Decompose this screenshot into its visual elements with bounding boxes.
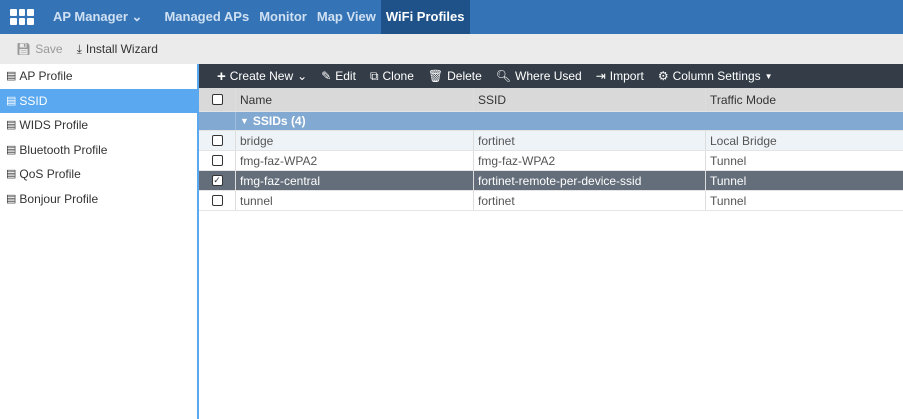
row-checkbox-checked[interactable]: ✓ xyxy=(211,175,223,186)
tab-monitor[interactable]: Monitor xyxy=(254,0,312,34)
caret-down-icon: ▼ xyxy=(764,71,773,81)
sidebar-item-label: Bonjour Profile xyxy=(19,191,99,206)
cell-traffic-mode: Tunnel xyxy=(705,191,903,210)
import-icon: ⇥ xyxy=(595,69,606,83)
column-header-ssid[interactable]: SSID xyxy=(473,88,705,111)
table-header: Name SSID Traffic Mode xyxy=(199,88,903,112)
sidebar-item-bluetooth-profile[interactable]: ▤ Bluetooth Profile xyxy=(0,138,197,163)
table-row[interactable]: fmg-faz-WPA2 fmg-faz-WPA2 Tunnel xyxy=(199,151,903,171)
column-settings-label: Column Settings xyxy=(672,69,761,83)
sidebar-item-wids-profile[interactable]: ▤ WIDS Profile xyxy=(0,113,197,138)
clone-button[interactable]: ⧉ Clone xyxy=(370,69,414,84)
sidebar: ▤ AP Profile ▤ SSID ▤ WIDS Profile ▤ Bluetoo… xyxy=(0,64,199,419)
caret-down-icon: ▼ xyxy=(240,116,249,126)
delete-button[interactable]: 🗑︎ Delete xyxy=(428,69,482,83)
list-icon: ▤ xyxy=(6,119,17,131)
row-checkbox[interactable] xyxy=(211,135,223,146)
import-button[interactable]: ⇥ Import xyxy=(596,69,644,83)
table-row[interactable]: bridge fortinet Local Bridge xyxy=(199,131,903,151)
sidebar-item-bonjour-profile[interactable]: ▤ Bonjour Profile xyxy=(0,187,197,212)
cell-traffic-mode: Tunnel xyxy=(705,151,903,170)
list-icon: ▤ xyxy=(6,168,17,180)
column-header-name[interactable]: Name xyxy=(235,88,473,111)
create-new-label: Create New xyxy=(229,69,294,83)
install-label: Install Wizard xyxy=(85,42,158,56)
cell-name: tunnel xyxy=(235,191,473,210)
clone-icon: ⧉ xyxy=(369,68,379,83)
list-icon: ▤ xyxy=(6,143,17,156)
tab-wifi-profiles[interactable]: WiFi Profiles xyxy=(380,0,470,34)
cell-ssid: fortinet xyxy=(473,131,705,150)
list-icon: ▤ xyxy=(6,192,17,205)
ap-manager-label: AP Manager xyxy=(53,9,128,24)
select-all-checkbox[interactable] xyxy=(211,94,223,105)
table-row-selected[interactable]: ✓ fmg-faz-central fortinet-remote-per-de… xyxy=(199,171,903,191)
group-label: SSIDs (4) xyxy=(252,114,306,128)
cell-ssid: fortinet xyxy=(473,191,705,210)
top-nav-bar: AP Manager ⌄ Managed APs Monitor Map Vie… xyxy=(0,0,903,34)
cell-ssid: fortinet-remote-per-device-ssid xyxy=(473,171,705,190)
fortinet-logo-icon[interactable] xyxy=(10,9,34,25)
install-wizard-button[interactable]: ⤓ Install Wizard xyxy=(77,42,158,57)
ap-manager-menu[interactable]: AP Manager ⌄ xyxy=(48,0,147,34)
import-label: Import xyxy=(609,69,644,83)
tab-map-view[interactable]: Map View xyxy=(312,0,381,34)
install-icon: ⤓ xyxy=(76,41,82,56)
main-panel: + Create New ⌄ ✎ Edit ⧉ Clone 🗑︎ Delete 🔍︎ Whe… xyxy=(199,64,903,419)
sidebar-item-ssid[interactable]: ▤ SSID xyxy=(0,88,197,113)
sidebar-item-label: Bluetooth Profile xyxy=(19,142,108,157)
clone-label: Clone xyxy=(382,69,414,83)
delete-label: Delete xyxy=(447,69,482,83)
tab-managed-aps[interactable]: Managed APs xyxy=(159,0,254,34)
sidebar-item-qos-profile[interactable]: ▤ QoS Profile xyxy=(0,162,197,187)
cell-name: fmg-faz-WPA2 xyxy=(235,151,473,170)
row-checkbox[interactable] xyxy=(211,155,223,166)
chevron-down-icon: ⌄ xyxy=(131,9,143,24)
where-used-button[interactable]: 🔍︎ Where Used xyxy=(496,69,582,83)
search-icon: 🔍︎ xyxy=(495,69,512,83)
gear-icon: ⚙ xyxy=(657,69,669,83)
where-used-label: Where Used xyxy=(515,69,582,83)
cell-traffic-mode: Tunnel xyxy=(705,171,903,190)
create-new-button[interactable]: + Create New ⌄ xyxy=(217,68,307,85)
save-button[interactable]: 💾︎ Save xyxy=(16,42,63,56)
sidebar-item-label: QoS Profile xyxy=(19,167,81,181)
chevron-down-icon: ⌄ xyxy=(297,69,308,83)
list-icon: ▤ xyxy=(6,94,17,107)
edit-button[interactable]: ✎ Edit xyxy=(321,69,356,83)
list-icon: ▤ xyxy=(6,70,17,82)
save-label: Save xyxy=(35,42,63,56)
sidebar-item-ap-profile[interactable]: ▤ AP Profile xyxy=(0,64,197,89)
sidebar-item-label: SSID xyxy=(19,93,48,108)
cell-name: bridge xyxy=(235,131,473,150)
cell-name: fmg-faz-central xyxy=(235,171,473,190)
toolbar: 💾︎ Save ⤓ Install Wizard xyxy=(0,34,903,64)
save-icon: 💾︎ xyxy=(16,42,32,56)
cell-ssid: fmg-faz-WPA2 xyxy=(473,151,705,170)
plus-icon: + xyxy=(217,67,226,85)
edit-label: Edit xyxy=(335,69,356,83)
trash-icon: 🗑︎ xyxy=(427,69,444,83)
action-toolbar: + Create New ⌄ ✎ Edit ⧉ Clone 🗑︎ Delete 🔍︎ Whe… xyxy=(199,64,903,88)
edit-icon: ✎ xyxy=(321,69,332,83)
cell-traffic-mode: Local Bridge xyxy=(705,131,903,150)
row-checkbox[interactable] xyxy=(211,195,223,206)
table-row[interactable]: tunnel fortinet Tunnel xyxy=(199,191,903,211)
column-header-traffic-mode[interactable]: Traffic Mode xyxy=(705,88,903,111)
sidebar-item-label: WIDS Profile xyxy=(19,118,89,132)
column-settings-button[interactable]: ⚙ Column Settings ▼ xyxy=(658,69,773,83)
group-row[interactable]: ▼ SSIDs (4) xyxy=(199,112,903,131)
sidebar-item-label: AP Profile xyxy=(19,69,73,83)
